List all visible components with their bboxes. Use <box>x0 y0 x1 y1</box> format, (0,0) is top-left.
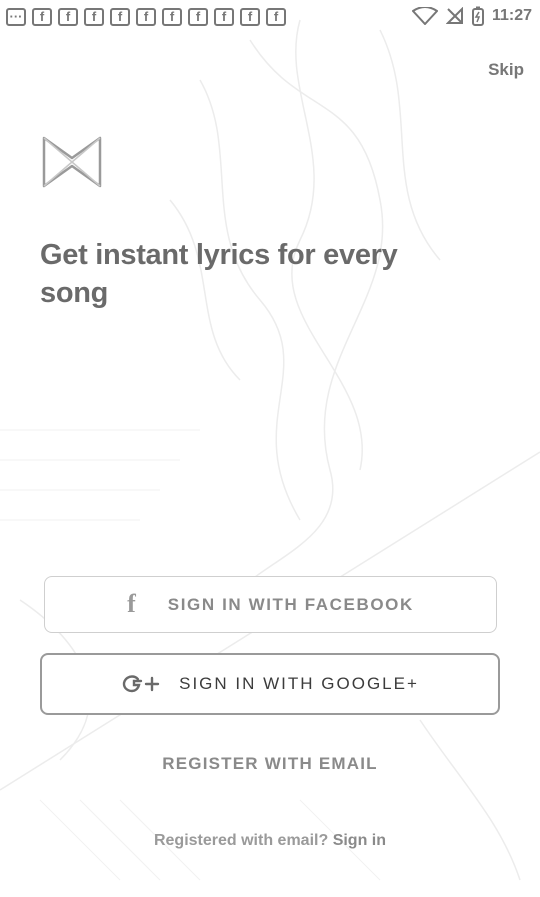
skip-button[interactable]: Skip <box>488 60 524 80</box>
google-plus-icon <box>121 671 161 697</box>
battery-charging-icon <box>471 6 484 26</box>
sign-in-facebook-button[interactable]: f SIGN IN WITH FACEBOOK <box>44 576 497 633</box>
facebook-button-label: SIGN IN WITH FACEBOOK <box>167 594 414 614</box>
wifi-icon <box>411 7 438 25</box>
google-button-label: SIGN IN WITH GOOGLE+ <box>179 674 419 693</box>
headline: Get instant lyrics for every song <box>40 239 398 309</box>
status-time: 11:27 <box>491 7 532 24</box>
facebook-notification-icon: f <box>188 8 208 26</box>
facebook-notification-icon: f <box>266 8 286 26</box>
signin-prompt: Registered with email? Sign in <box>0 832 540 850</box>
musixmatch-logo-icon <box>42 136 102 188</box>
registered-prompt-text: Registered with email? <box>153 832 329 849</box>
facebook-notification-icon: f <box>110 8 130 26</box>
facebook-icon: f <box>127 588 136 618</box>
facebook-notification-icon: f <box>58 8 78 26</box>
facebook-notification-icon: f <box>136 8 156 26</box>
status-bar: ··· f f f f f f f f f f 11:27 <box>0 0 540 34</box>
facebook-notification-icon: f <box>162 8 182 26</box>
sign-in-link[interactable]: Sign in <box>333 832 386 849</box>
sign-in-google-button[interactable]: SIGN IN WITH GOOGLE+ <box>40 653 500 715</box>
no-signal-icon <box>445 7 463 24</box>
more-notifications-icon: ··· <box>6 8 26 26</box>
notification-icons: ··· f f f f f f f f f f <box>6 8 286 26</box>
facebook-notification-icon: f <box>84 8 104 26</box>
facebook-notification-icon: f <box>32 8 52 26</box>
facebook-notification-icon: f <box>240 8 260 26</box>
facebook-notification-icon: f <box>214 8 234 26</box>
register-email-button[interactable]: REGISTER WITH EMAIL <box>0 754 540 774</box>
